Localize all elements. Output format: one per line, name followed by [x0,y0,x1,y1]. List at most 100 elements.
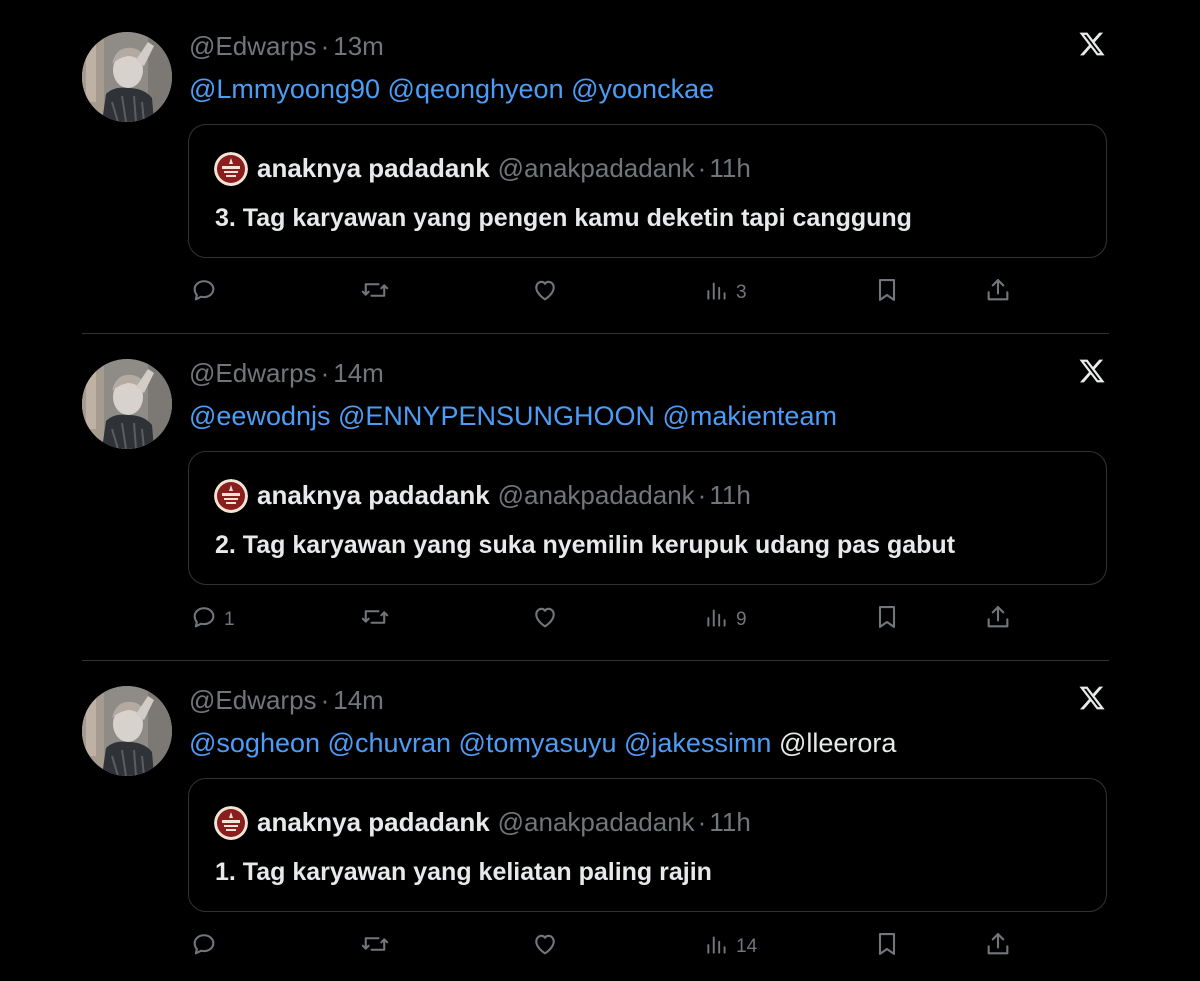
bookmark-icon [873,603,901,637]
quote-author-name[interactable]: anaknya padadank [257,807,490,837]
bookmark-icon [873,276,901,310]
views-button[interactable]: 3 [704,276,747,310]
quote-header: anaknya padadank @anakpadadank · 11h [257,478,751,512]
quoted-tweet[interactable]: anaknya padadank @anakpadadank · 11h 1. Tag… [188,778,1107,912]
tweet-meta: @Edwarps · 14m [189,684,384,716]
reply-button[interactable] [190,930,224,964]
close-button[interactable] [1074,28,1110,64]
x-logo-icon [1078,30,1106,63]
avatar[interactable] [82,359,172,449]
mention-link: @lleerora [778,728,897,758]
views-button[interactable]: 9 [704,603,747,637]
mention-link[interactable]: @Lmmyoong90 [189,74,380,104]
like-button[interactable] [530,276,566,310]
views-count: 14 [736,936,758,957]
quote-text: 1. Tag karyawan yang keliatan paling raj… [215,858,712,886]
author-handle[interactable]: @Edwarps [189,31,317,61]
like-button[interactable] [530,603,566,637]
mention-link[interactable]: @eewodnjs [189,401,331,431]
separator-dot: · [320,358,330,388]
quote-header: anaknya padadank @anakpadadank · 11h [257,151,751,185]
quote-author-handle[interactable]: @anakpadadank [498,480,695,510]
quote-text: 2. Tag karyawan yang suka nyemilin kerup… [215,531,956,559]
mention-link[interactable]: @sogheon [189,728,320,758]
quote-author-handle[interactable]: @anakpadadank [498,807,695,837]
separator-dot: · [697,807,707,837]
views-icon [704,930,730,964]
author-handle[interactable]: @Edwarps [189,358,317,388]
tweet[interactable]: @Edwarps · 13m @Lmmyoong90 @qeonghyeon @yo… [0,0,1200,327]
retweet-icon [360,930,390,964]
views-count: 3 [736,282,747,303]
bookmark-button[interactable] [873,930,901,964]
heart-icon [530,603,560,637]
separator-dot: · [320,685,330,715]
share-icon [984,276,1012,310]
bookmark-icon [873,930,901,964]
mention-link[interactable]: @tomyasuyu [459,728,617,758]
close-button[interactable] [1074,355,1110,391]
quote-author-name[interactable]: anaknya padadank [257,153,490,183]
quote-avatar[interactable] [214,479,248,513]
action-bar: 3 [0,276,1200,310]
timestamp[interactable]: 14m [333,358,384,388]
mention-link[interactable]: @jakessimn [624,728,771,758]
quote-text: 3. Tag karyawan yang pengen kamu deketin… [215,204,912,232]
retweet-button[interactable] [360,276,396,310]
share-button[interactable] [984,276,1012,310]
mention-link[interactable]: @qeonghyeon [388,74,564,104]
avatar[interactable] [82,32,172,122]
bookmark-button[interactable] [873,276,901,310]
mention-link[interactable]: @ENNYPENSUNGHOON [338,401,655,431]
quote-author-handle[interactable]: @anakpadadank [498,153,695,183]
timestamp[interactable]: 13m [333,31,384,61]
avatar[interactable] [82,686,172,776]
tweet[interactable]: @Edwarps · 14m @sogheon @chuvran @tomyasuy… [0,654,1200,981]
views-count: 9 [736,609,747,630]
quote-header: anaknya padadank @anakpadadank · 11h [257,805,751,839]
retweet-button[interactable] [360,603,396,637]
separator-dot: · [320,31,330,61]
mention-link[interactable]: @makienteam [662,401,836,431]
tweet-meta: @Edwarps · 14m [189,357,384,389]
share-icon [984,930,1012,964]
quote-avatar[interactable] [214,152,248,186]
tweet-text: @Lmmyoong90 @qeonghyeon @yoonckae [189,72,714,106]
share-button[interactable] [984,930,1012,964]
quote-timestamp[interactable]: 11h [709,480,750,510]
tweet-divider [82,660,1109,661]
reply-icon [190,276,218,310]
tweet-divider [82,333,1109,334]
share-button[interactable] [984,603,1012,637]
reply-icon [190,930,218,964]
quote-author-name[interactable]: anaknya padadank [257,480,490,510]
tweet-text: @sogheon @chuvran @tomyasuyu @jakessimn … [189,726,896,760]
retweet-icon [360,276,390,310]
share-icon [984,603,1012,637]
views-button[interactable]: 14 [704,930,757,964]
views-icon [704,603,730,637]
action-bar: 1 9 [0,603,1200,637]
quote-avatar[interactable] [214,806,248,840]
reply-button[interactable]: 1 [190,603,235,637]
mention-link[interactable]: @yoonckae [571,74,714,104]
quote-timestamp[interactable]: 11h [709,153,750,183]
separator-dot: · [697,153,707,183]
close-button[interactable] [1074,682,1110,718]
like-button[interactable] [530,930,566,964]
quoted-tweet[interactable]: anaknya padadank @anakpadadank · 11h 3. Tag… [188,124,1107,258]
heart-icon [530,930,560,964]
x-logo-icon [1078,684,1106,717]
quote-timestamp[interactable]: 11h [709,807,750,837]
quoted-tweet[interactable]: anaknya padadank @anakpadadank · 11h 2. Tag… [188,451,1107,585]
separator-dot: · [697,480,707,510]
bookmark-button[interactable] [873,603,901,637]
tweet-text: @eewodnjs @ENNYPENSUNGHOON @makienteam [189,399,837,433]
author-handle[interactable]: @Edwarps [189,685,317,715]
mention-link[interactable]: @chuvran [328,728,451,758]
reply-button[interactable] [190,276,224,310]
tweet-meta: @Edwarps · 13m [189,30,384,62]
timestamp[interactable]: 14m [333,685,384,715]
tweet[interactable]: @Edwarps · 14m @eewodnjs @ENNYPENSUNGHOON … [0,327,1200,654]
retweet-button[interactable] [360,930,396,964]
